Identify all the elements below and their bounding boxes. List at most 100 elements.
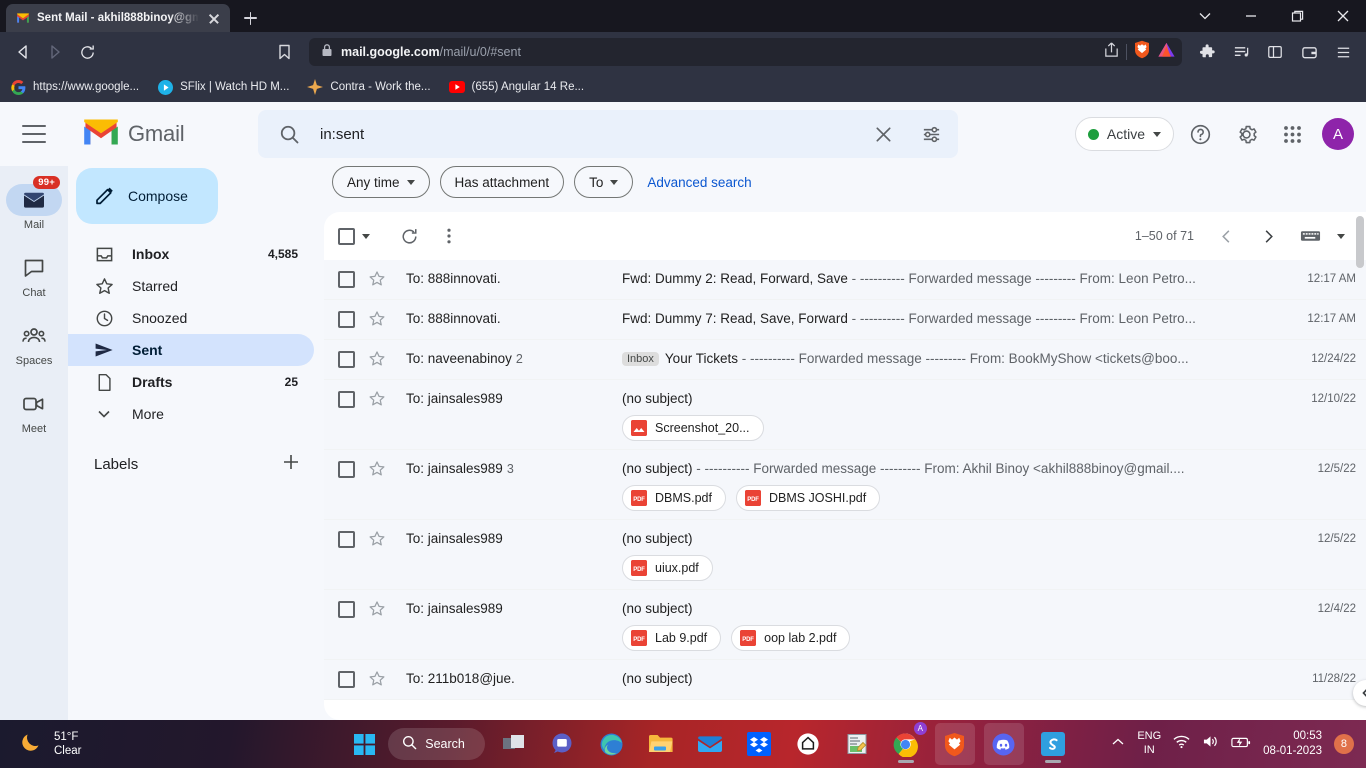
snipaste-icon[interactable] <box>1033 723 1073 765</box>
gear-icon[interactable] <box>1226 114 1266 154</box>
task-view-icon[interactable] <box>494 723 534 765</box>
attachment-chip[interactable]: PDF DBMS.pdf <box>622 485 726 511</box>
share-icon[interactable] <box>1103 41 1120 63</box>
file-explorer-icon[interactable] <box>641 723 681 765</box>
status-badge[interactable]: Active <box>1074 117 1174 151</box>
brave-shields-icon[interactable] <box>1133 40 1151 64</box>
address-bar[interactable]: mail.google.com/mail/u/0/#sent <box>309 38 1182 66</box>
search-options-icon[interactable] <box>914 117 948 151</box>
avatar[interactable]: A <box>1322 118 1354 150</box>
browser-tab[interactable]: Sent Mail - akhil888binoy@gmail. <box>6 4 230 32</box>
row-checkbox[interactable] <box>338 671 355 688</box>
table-row[interactable]: To: naveenabinoy 2 Inbox Your Tickets - ---… <box>324 340 1366 380</box>
table-row[interactable]: To: 888innovati. Fwd: Dummy 7: Read, Save… <box>324 300 1366 340</box>
sidebar-icon[interactable] <box>1260 37 1290 67</box>
chrome-icon[interactable]: A <box>886 722 927 765</box>
bookmark-icon[interactable] <box>269 37 299 67</box>
language-indicator[interactable]: ENG IN <box>1137 730 1161 758</box>
volume-icon[interactable] <box>1202 734 1219 754</box>
rail-item-meet[interactable]: Meet <box>0 378 68 444</box>
maximize-icon[interactable] <box>1274 0 1320 32</box>
close-icon[interactable] <box>1320 0 1366 32</box>
bookmark-item[interactable]: https://www.google... <box>10 79 139 95</box>
table-row[interactable]: To: 888innovati. Fwd: Dummy 2: Read, Forw… <box>324 260 1366 300</box>
back-icon[interactable] <box>8 37 38 67</box>
star-icon[interactable] <box>368 270 388 290</box>
table-row[interactable]: To: jainsales989 (no subject) PDF Lab 9.pdf… <box>324 590 1366 660</box>
attachment-chip[interactable]: Screenshot_20... <box>622 415 764 441</box>
sidebar-item-snoozed[interactable]: Snoozed <box>68 302 314 334</box>
chevron-up-icon[interactable] <box>1111 735 1125 754</box>
star-icon[interactable] <box>368 350 388 370</box>
bookmark-item[interactable]: Contra - Work the... <box>307 79 431 95</box>
attachment-chip[interactable]: PDF DBMS JOSHI.pdf <box>735 485 881 511</box>
plus-icon[interactable] <box>282 453 314 475</box>
sidebar-item-starred[interactable]: Starred <box>68 270 314 302</box>
wifi-icon[interactable] <box>1173 735 1190 754</box>
windows-start-icon[interactable] <box>349 729 379 759</box>
attachment-chip[interactable]: PDF oop lab 2.pdf <box>731 625 851 651</box>
dropbox-icon[interactable] <box>739 723 779 765</box>
table-row[interactable]: To: jainsales989 3 (no subject) - --------… <box>324 450 1366 520</box>
bookmark-item[interactable]: SFlix | Watch HD M... <box>157 79 289 95</box>
row-checkbox[interactable] <box>338 351 355 368</box>
close-icon[interactable] <box>866 117 900 151</box>
advanced-search-link[interactable]: Advanced search <box>647 175 751 190</box>
row-checkbox[interactable] <box>338 311 355 328</box>
row-checkbox[interactable] <box>338 391 355 408</box>
chevron-left-icon[interactable] <box>1206 216 1246 256</box>
close-icon[interactable] <box>206 10 222 26</box>
gmail-logo[interactable]: Gmail <box>68 118 258 151</box>
clock[interactable]: 00:53 08-01-2023 <box>1263 729 1322 759</box>
sidebar-item-sent[interactable]: Sent <box>68 334 314 366</box>
table-row[interactable]: To: jainsales989 (no subject) Screenshot_2… <box>324 380 1366 450</box>
select-all-checkbox[interactable] <box>338 227 355 245</box>
row-checkbox[interactable] <box>338 531 355 548</box>
bookmark-item[interactable]: (655) Angular 14 Re... <box>448 79 584 95</box>
notepad-icon[interactable] <box>837 723 877 765</box>
compose-button[interactable]: Compose <box>76 168 218 224</box>
star-icon[interactable] <box>368 460 388 480</box>
row-checkbox[interactable] <box>338 601 355 618</box>
apps-grid-icon[interactable] <box>1272 114 1312 154</box>
attachment-chip[interactable]: PDF uiux.pdf <box>622 555 713 581</box>
chevron-right-icon[interactable] <box>1248 216 1288 256</box>
reload-icon[interactable] <box>72 37 102 67</box>
star-icon[interactable] <box>368 600 388 620</box>
help-icon[interactable] <box>1180 114 1220 154</box>
playlist-icon[interactable] <box>1226 37 1256 67</box>
attachment-chip[interactable]: PDF Lab 9.pdf <box>622 625 722 651</box>
notification-badge[interactable]: 8 <box>1333 734 1354 754</box>
filter-chip-to[interactable]: To <box>574 166 634 198</box>
battery-charging-icon[interactable] <box>1231 735 1251 754</box>
rail-item-spaces[interactable]: Spaces <box>0 310 68 376</box>
filter-chip-has-attachment[interactable]: Has attachment <box>439 166 565 198</box>
discord-icon[interactable] <box>983 723 1024 765</box>
row-checkbox[interactable] <box>338 461 355 478</box>
extensions-icon[interactable] <box>1192 37 1222 67</box>
search-bar[interactable] <box>258 110 958 158</box>
more-vertical-icon[interactable] <box>429 216 469 256</box>
brave-icon[interactable] <box>934 723 975 765</box>
taskbar-search[interactable]: Search <box>388 728 485 760</box>
edge-icon[interactable] <box>592 723 632 765</box>
refresh-icon[interactable] <box>389 216 429 256</box>
filter-chip-any-time[interactable]: Any time <box>332 166 430 198</box>
mail-icon[interactable] <box>690 723 730 765</box>
sidebar-item-more[interactable]: More <box>68 398 314 430</box>
search-icon[interactable] <box>272 117 306 151</box>
star-icon[interactable] <box>368 390 388 410</box>
star-icon[interactable] <box>368 670 388 690</box>
home-icon[interactable] <box>788 723 828 765</box>
star-icon[interactable] <box>368 310 388 330</box>
keyboard-icon[interactable] <box>1290 216 1330 256</box>
rail-item-chat[interactable]: Chat <box>0 242 68 308</box>
teams-icon[interactable] <box>543 723 583 765</box>
main-menu-button[interactable] <box>0 125 68 143</box>
tab-search-icon[interactable] <box>1182 0 1228 32</box>
row-checkbox[interactable] <box>338 271 355 288</box>
menu-icon[interactable] <box>1328 37 1358 67</box>
table-row[interactable]: To: 211b018@jue. (no subject) 11/28/22 <box>324 660 1366 700</box>
select-all-dropdown-icon[interactable] <box>355 225 377 247</box>
search-input[interactable] <box>320 125 852 143</box>
